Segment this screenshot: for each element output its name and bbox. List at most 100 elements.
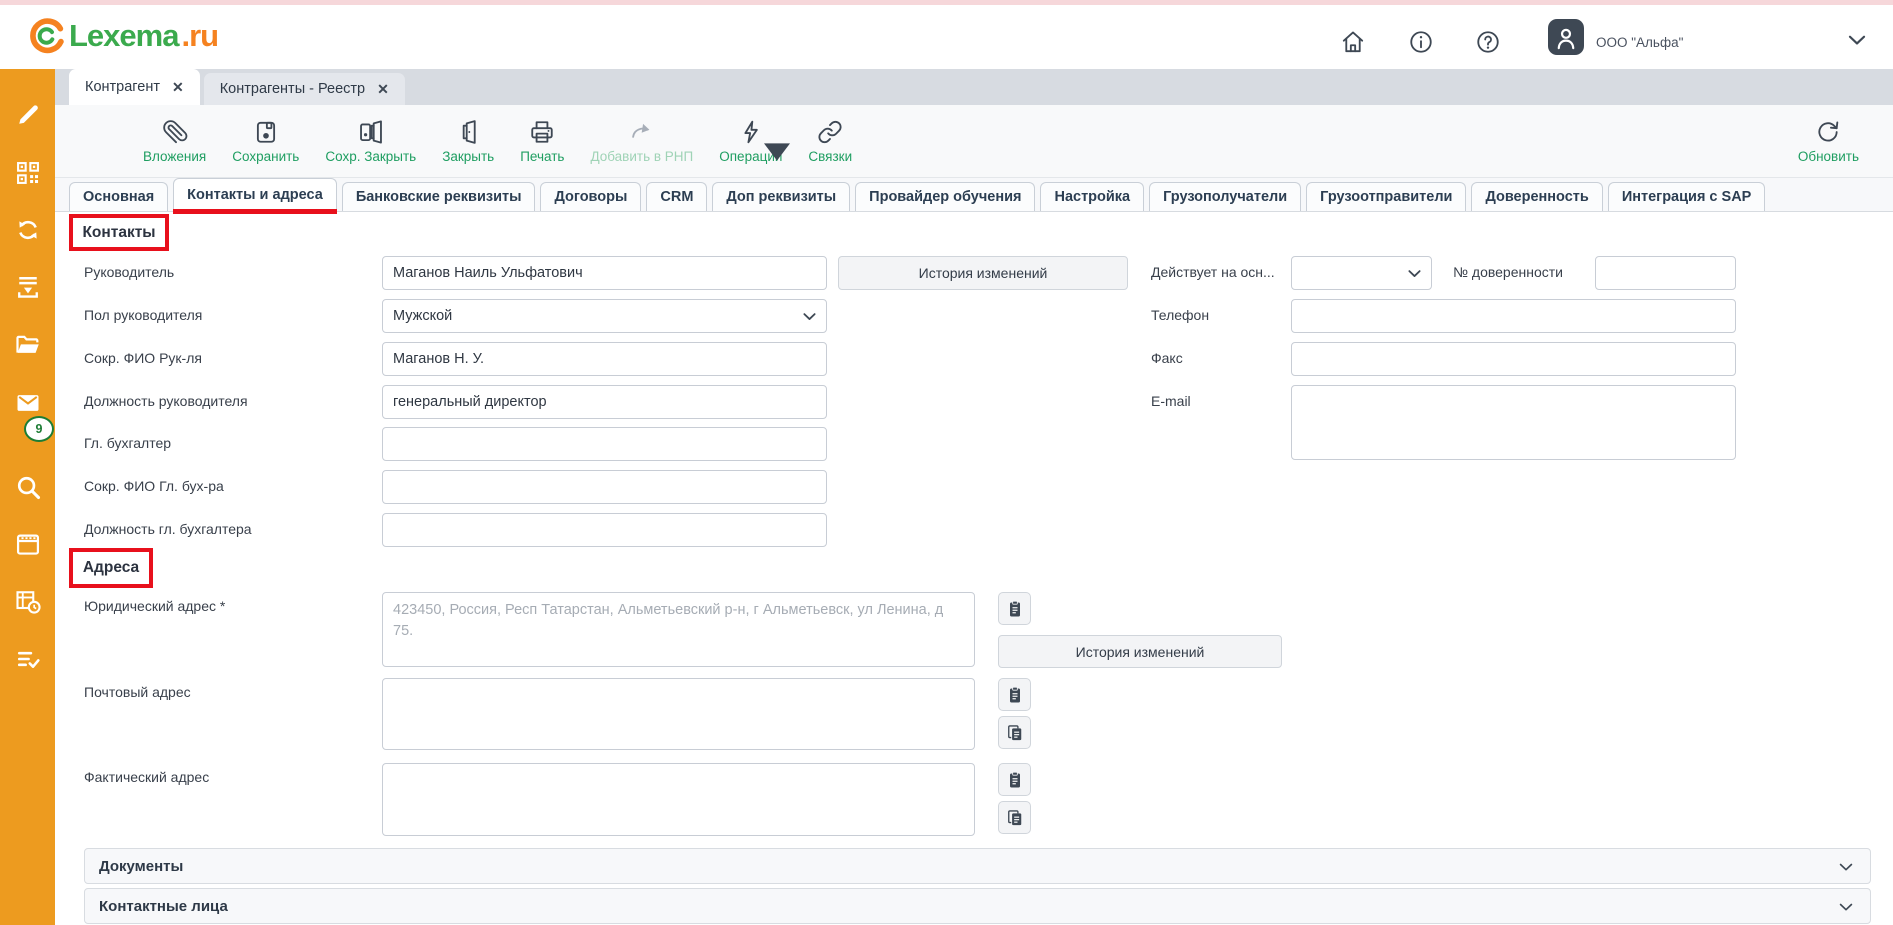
print-button[interactable]: Печать: [520, 119, 564, 164]
logo[interactable]: Lexema.ru: [30, 18, 218, 54]
toolbar-label: Вложения: [143, 149, 206, 164]
field-label-dolzhnost-rukovoditelya: Должность руководителя: [84, 393, 248, 409]
links-button[interactable]: Связки: [808, 119, 852, 164]
window-tab-kontragent[interactable]: Контрагент ✕: [69, 69, 200, 105]
copy-postal-address-button[interactable]: [998, 678, 1031, 711]
telefon-input[interactable]: [1291, 299, 1736, 333]
tab-label: Грузоотправители: [1320, 189, 1452, 205]
search-icon[interactable]: [14, 473, 42, 501]
unload-icon[interactable]: [14, 273, 42, 301]
tab-kontakty-i-adresa[interactable]: Контакты и адреса: [173, 178, 337, 211]
gl-buhgalter-input[interactable]: [382, 427, 827, 461]
help-icon[interactable]: [1475, 29, 1501, 55]
accordion-dokumenty[interactable]: Документы: [84, 848, 1871, 884]
input-value: Маганов Наиль Ульфатович: [393, 265, 583, 281]
sokr-fio-ruk-input[interactable]: Маганов Н. У.: [382, 342, 827, 376]
field-label-deystvuet-na-osn: Действует на осн...: [1151, 264, 1275, 280]
fakticheskiy-adres-textarea[interactable]: [382, 763, 975, 836]
nomer-doverennosti-input[interactable]: [1595, 256, 1736, 290]
dolzhnost-rukovoditelya-input[interactable]: генеральный директор: [382, 385, 827, 419]
field-label-pochtovyy-adres: Почтовый адрес: [84, 684, 191, 700]
rukovoditel-input[interactable]: Маганов Наиль Ульфатович: [382, 256, 827, 290]
accordion-title: Документы: [99, 858, 183, 875]
tab-label: Провайдер обучения: [869, 189, 1021, 205]
sokr-fio-gl-buh-input[interactable]: [382, 470, 827, 504]
add-to-rnp-button[interactable]: Добавить в РНП: [590, 119, 693, 164]
yuridicheskiy-adres-textarea[interactable]: 423450, Россия, Респ Татарстан, Альметье…: [382, 592, 975, 667]
user-avatar[interactable]: [1548, 19, 1584, 55]
dolzhnost-gl-buhgaltera-input[interactable]: [382, 513, 827, 547]
input-value: генеральный директор: [393, 394, 547, 410]
deystvuet-na-osn-select[interactable]: [1291, 256, 1432, 290]
logo-suffix: .ru: [181, 18, 218, 54]
toolbar-label: Печать: [520, 149, 564, 164]
save-icon: [253, 119, 279, 145]
field-label-fakticheskiy-adres: Фактический адрес: [84, 769, 209, 785]
operations-button[interactable]: Операции: [719, 119, 782, 164]
field-label-nomer-doverennosti: № доверенности: [1453, 264, 1563, 280]
copy-actual-address-button[interactable]: [998, 763, 1031, 796]
form-tab-bar: Основная Контакты и адреса Банковские ре…: [55, 178, 1893, 212]
tab-nastroyka[interactable]: Настройка: [1040, 182, 1144, 211]
close-tab-icon[interactable]: ✕: [377, 81, 389, 98]
toolbar-label: Обновить: [1798, 149, 1859, 164]
tab-osnovnaya[interactable]: Основная: [69, 182, 168, 211]
checklist-icon[interactable]: [14, 645, 42, 673]
info-icon[interactable]: [1408, 29, 1434, 55]
duplicate-actual-address-button[interactable]: [998, 801, 1031, 834]
sidebar: 9: [0, 69, 55, 925]
clipboard-icon: [1005, 685, 1025, 705]
textarea-value: 423450, Россия, Респ Татарстан, Альметье…: [393, 602, 943, 639]
tab-crm[interactable]: CRM: [646, 182, 707, 211]
chevron-down-icon[interactable]: [1844, 27, 1870, 53]
tab-gruzootpraviteli[interactable]: Грузоотправители: [1306, 182, 1466, 211]
tab-label: Основная: [83, 189, 154, 205]
chevron-down-icon: [800, 307, 819, 326]
toolbar-label: Добавить в РНП: [590, 149, 693, 164]
save-close-button[interactable]: Сохр. Закрыть: [325, 119, 416, 164]
window-tab-kontragenty-reestr[interactable]: Контрагенты - Реестр ✕: [204, 73, 405, 105]
report-clock-icon[interactable]: [14, 587, 42, 615]
chevron-down-icon: [1836, 897, 1856, 917]
pencil-icon[interactable]: [14, 101, 42, 129]
tab-label: Настройка: [1054, 189, 1130, 205]
email-textarea[interactable]: [1291, 385, 1736, 460]
sync-icon[interactable]: [14, 216, 42, 244]
field-label-rukovoditel: Руководитель: [84, 264, 174, 280]
save-button[interactable]: Сохранить: [232, 119, 299, 164]
pol-rukovoditelya-select[interactable]: Мужской: [382, 299, 827, 333]
tab-label: Доп реквизиты: [726, 189, 836, 205]
tab-provayder-obucheniya[interactable]: Провайдер обучения: [855, 182, 1035, 211]
attachments-button[interactable]: Вложения: [143, 119, 206, 164]
close-tab-icon[interactable]: ✕: [172, 79, 184, 96]
tab-gruzopoluchateli[interactable]: Грузополучатели: [1149, 182, 1301, 211]
copy-legal-address-button[interactable]: [998, 592, 1031, 625]
tab-bankovskie-rekvizity[interactable]: Банковские реквизиты: [342, 182, 536, 211]
tab-dogovory[interactable]: Договоры: [540, 182, 641, 211]
close-button[interactable]: Закрыть: [442, 119, 494, 164]
faks-input[interactable]: [1291, 342, 1736, 376]
accordion-kontaktnye-litsa[interactable]: Контактные лица: [84, 888, 1871, 924]
pochtovyy-adres-textarea[interactable]: [382, 678, 975, 750]
folder-icon[interactable]: [14, 331, 42, 359]
calendar-icon[interactable]: [14, 530, 42, 558]
tab-integratsiya-s-sap[interactable]: Интеграция с SAP: [1608, 182, 1766, 211]
form-area: Контакты Руководитель Маганов Наиль Ульф…: [55, 212, 1893, 925]
refresh-icon: [1815, 119, 1841, 145]
refresh-button[interactable]: Обновить: [1798, 119, 1859, 164]
history-changes-button[interactable]: История изменений: [838, 256, 1128, 290]
header: Lexema.ru ООО "Альфа": [0, 5, 1893, 69]
clipboard-icon: [1005, 770, 1025, 790]
tab-dop-rekvizity[interactable]: Доп реквизиты: [712, 182, 850, 211]
duplicate-postal-address-button[interactable]: [998, 716, 1031, 749]
qr-code-icon[interactable]: [14, 159, 42, 187]
field-label-faks: Факс: [1151, 350, 1183, 366]
field-label-telefon: Телефон: [1151, 307, 1209, 323]
tab-doverennost[interactable]: Доверенность: [1471, 182, 1602, 211]
address-history-changes-button[interactable]: История изменений: [998, 635, 1282, 668]
field-label-pol-rukovoditelya: Пол руководителя: [84, 307, 202, 323]
toolbar-label: Сохранить: [232, 149, 299, 164]
tab-label: Договоры: [554, 189, 627, 205]
mail-icon[interactable]: [14, 389, 42, 417]
home-icon[interactable]: [1340, 29, 1366, 55]
